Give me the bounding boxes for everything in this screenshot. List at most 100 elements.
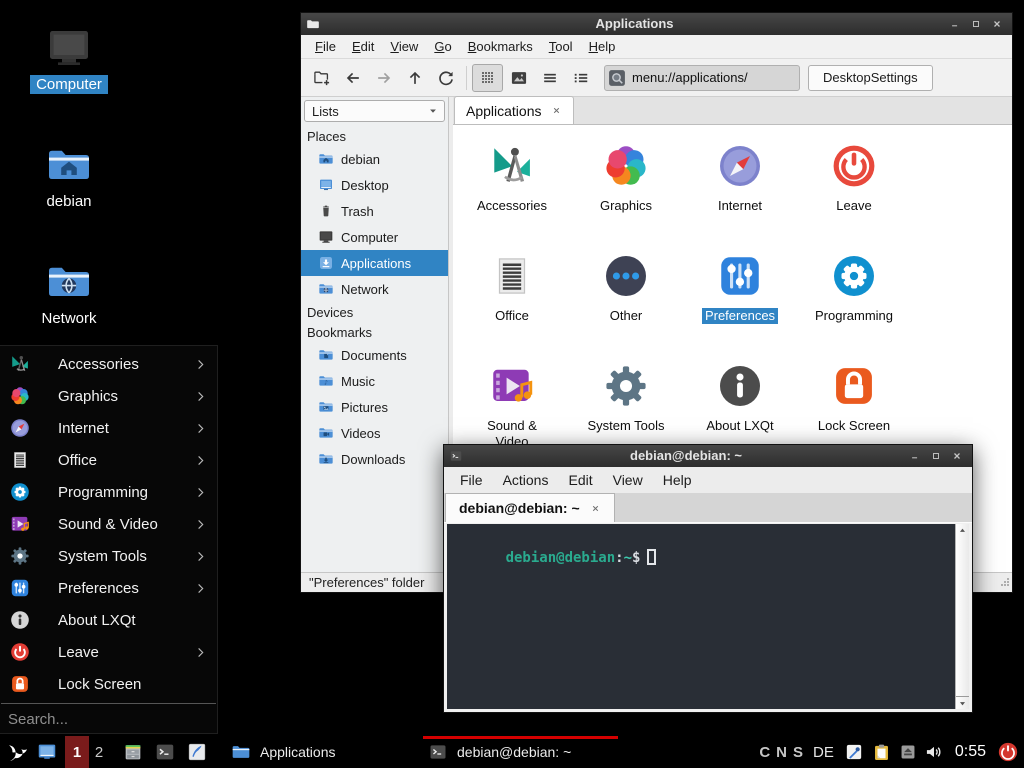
start-menu-button[interactable]: [3, 736, 31, 768]
workspace-2[interactable]: 2: [89, 736, 109, 768]
close-button[interactable]: [989, 17, 1004, 31]
fm-menu-tool[interactable]: Tool: [541, 35, 581, 58]
keyboard-layout-indicator[interactable]: DE: [813, 744, 834, 761]
refresh-button[interactable]: [430, 64, 461, 92]
leave-menu-icon: [9, 641, 31, 663]
menu-item-system-tools[interactable]: System Tools: [0, 540, 217, 572]
sidebar-item-applications[interactable]: Applications: [301, 250, 448, 276]
terminal-screen[interactable]: debian@debian:~$: [447, 524, 955, 709]
menu-item-accessories[interactable]: Accessories: [0, 348, 217, 380]
terminal-menu-edit[interactable]: Edit: [558, 469, 602, 492]
desktop-settings-button[interactable]: DesktopSettings: [808, 65, 933, 91]
terminal-menu-view[interactable]: View: [603, 469, 653, 492]
fm-menu-bookmarks[interactable]: Bookmarks: [460, 35, 541, 58]
desktop-icon-network[interactable]: Network: [9, 256, 129, 328]
compact-view-button[interactable]: [534, 64, 565, 92]
menu-item-sound-video[interactable]: Sound & Video: [0, 508, 217, 540]
search-input[interactable]: [8, 711, 209, 728]
menu-item-office[interactable]: Office: [0, 444, 217, 476]
fm-menu-file[interactable]: File: [307, 35, 344, 58]
app-category-graphics[interactable]: Graphics: [569, 135, 683, 245]
menu-item-internet[interactable]: Internet: [0, 412, 217, 444]
sidebar-item-music[interactable]: ♪Music: [301, 368, 448, 394]
keyboard-indicator-n[interactable]: N: [776, 744, 787, 761]
thumbnail-view-button[interactable]: [503, 64, 534, 92]
app-category-programming[interactable]: Programming: [797, 245, 911, 355]
desktop-icon-computer[interactable]: Computer: [9, 22, 129, 94]
terminal-menu-file[interactable]: File: [450, 469, 493, 492]
forward-button[interactable]: [368, 64, 399, 92]
app-category-leave[interactable]: Leave: [797, 135, 911, 245]
volume-icon[interactable]: [924, 736, 944, 768]
menu-item-programming[interactable]: Programming: [0, 476, 217, 508]
menu-item-graphics[interactable]: Graphics: [0, 380, 217, 412]
keyboard-indicator-c[interactable]: C: [759, 744, 770, 761]
app-category-accessories[interactable]: Accessories: [455, 135, 569, 245]
sidebar-item-pictures[interactable]: Pictures: [301, 394, 448, 420]
desktop-icon-debian[interactable]: debian: [9, 139, 129, 211]
back-button[interactable]: [337, 64, 368, 92]
scroll-up-icon[interactable]: [956, 524, 969, 537]
menu-item-about-lxqt[interactable]: About LXQt: [0, 604, 217, 636]
launcher-text-editor[interactable]: [181, 736, 213, 768]
scroll-down-icon[interactable]: [956, 696, 969, 709]
app-category-other[interactable]: Other: [569, 245, 683, 355]
terminal-scrollbar[interactable]: [955, 524, 969, 709]
close-button[interactable]: [949, 449, 964, 463]
app-category-internet[interactable]: Internet: [683, 135, 797, 245]
applications-icon: [318, 255, 334, 271]
fm-menu-help[interactable]: Help: [581, 35, 624, 58]
sidebar-item-videos[interactable]: Videos: [301, 420, 448, 446]
trash-icon: [318, 203, 334, 219]
clock[interactable]: 0:55: [955, 743, 986, 761]
icon-view-button[interactable]: [472, 64, 503, 92]
workspace-1-active[interactable]: 1: [65, 736, 89, 768]
tab-close-icon[interactable]: [590, 503, 601, 514]
sidebar-item-downloads[interactable]: Downloads: [301, 446, 448, 472]
taskbar-task-debian-debian-~[interactable]: debian@debian: ~: [422, 736, 619, 768]
taskbar-task-applications[interactable]: Applications: [225, 736, 422, 768]
app-category-office[interactable]: Office: [455, 245, 569, 355]
minimize-button[interactable]: [947, 17, 962, 31]
resize-grip[interactable]: [1000, 575, 1010, 590]
launcher-terminal[interactable]: [149, 736, 181, 768]
tab-close-icon[interactable]: [551, 105, 562, 116]
eject-icon[interactable]: [899, 736, 917, 768]
show-desktop-button[interactable]: [31, 736, 63, 768]
launcher-file-manager[interactable]: [117, 736, 149, 768]
keyboard-indicator-s[interactable]: S: [793, 744, 803, 761]
sidebar-item-computer[interactable]: Computer: [301, 224, 448, 250]
terminal-titlebar[interactable]: debian@debian: ~: [444, 445, 972, 467]
fm-menu-edit[interactable]: Edit: [344, 35, 382, 58]
detailed-view-button[interactable]: [565, 64, 596, 92]
maximize-button[interactable]: [928, 449, 943, 463]
new-tab-button[interactable]: [306, 64, 337, 92]
fm-menubar: FileEditViewGoBookmarksToolHelp: [301, 35, 1012, 59]
menu-item-lock-screen[interactable]: Lock Screen: [0, 668, 217, 700]
clipboard-icon[interactable]: [871, 736, 892, 768]
sidebar-mode-selector[interactable]: Lists: [304, 100, 445, 122]
power-button[interactable]: [997, 736, 1019, 768]
maximize-button[interactable]: [968, 17, 983, 31]
menu-item-preferences[interactable]: Preferences: [0, 572, 217, 604]
up-button[interactable]: [399, 64, 430, 92]
fm-menu-view[interactable]: View: [382, 35, 426, 58]
terminal-menu-help[interactable]: Help: [653, 469, 702, 492]
systemtools-icon: [601, 361, 651, 411]
terminal-tab[interactable]: debian@debian: ~: [445, 493, 615, 522]
terminal-menu-actions[interactable]: Actions: [493, 469, 559, 492]
address-bar[interactable]: menu://applications/: [604, 65, 800, 91]
fm-menu-go[interactable]: Go: [426, 35, 459, 58]
sidebar-item-desktop[interactable]: Desktop: [301, 172, 448, 198]
sidebar-item-network[interactable]: Network: [301, 276, 448, 302]
minimize-button[interactable]: [907, 449, 922, 463]
fm-titlebar[interactable]: Applications: [301, 13, 1012, 35]
screenshot-tool-icon[interactable]: [844, 736, 864, 768]
sidebar-item-trash[interactable]: Trash: [301, 198, 448, 224]
chevron-icon: [193, 517, 208, 532]
tab-applications[interactable]: Applications: [454, 96, 574, 124]
sidebar-item-documents[interactable]: Documents: [301, 342, 448, 368]
app-category-preferences[interactable]: Preferences: [683, 245, 797, 355]
sidebar-item-debian[interactable]: debian: [301, 146, 448, 172]
menu-item-leave[interactable]: Leave: [0, 636, 217, 668]
